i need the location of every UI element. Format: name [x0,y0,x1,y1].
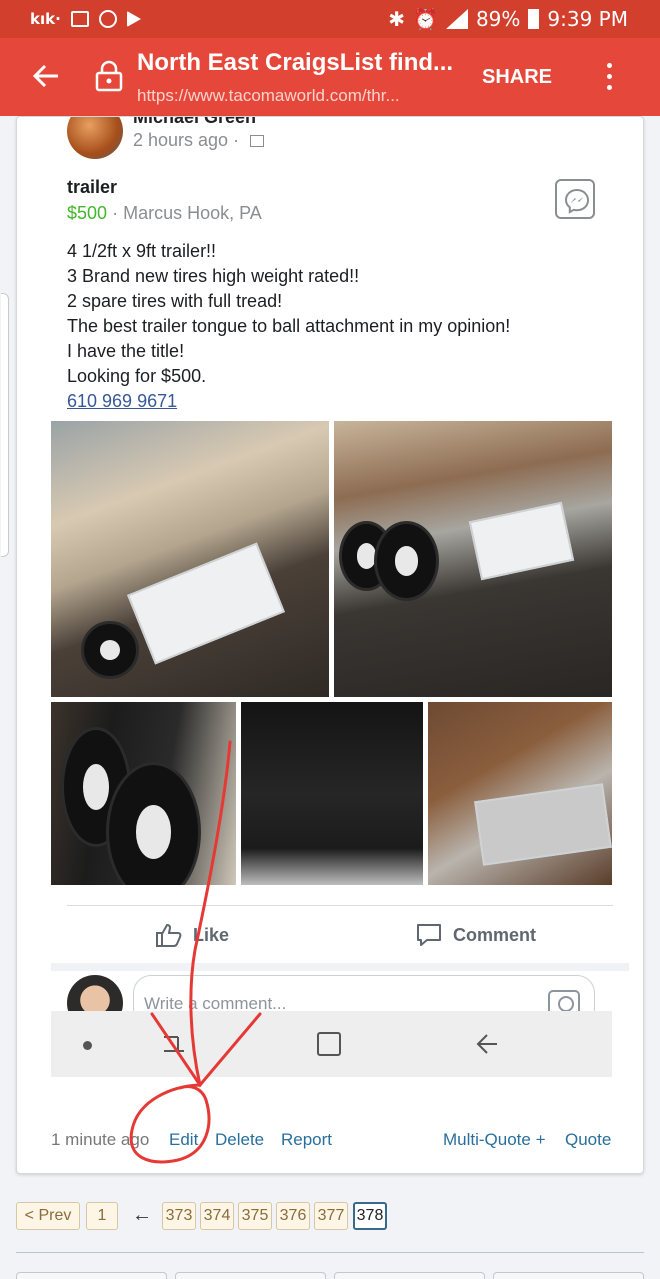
listing-title[interactable]: trailer [67,177,117,198]
home-square-icon[interactable] [317,1032,341,1056]
trailer-photo-hitch[interactable] [428,702,612,885]
listing-location: Marcus Hook, PA [123,203,262,223]
listing-meta: $500 · Marcus Hook, PA [67,203,262,223]
recent-apps-icon[interactable] [161,1031,187,1055]
lock-icon [95,60,123,92]
trailer-photo-1[interactable] [51,421,329,697]
marketplace-icon [250,135,265,148]
edit-link[interactable]: Edit [169,1130,198,1150]
nav-back-icon[interactable] [475,1032,499,1056]
share-button[interactable]: SHARE [482,66,552,89]
report-link[interactable]: Report [281,1130,332,1150]
car-icon [98,10,117,28]
messenger-button[interactable] [555,179,595,219]
kik-icon: kık· [30,10,61,28]
bottom-toolbar [16,1272,644,1279]
page-1-button[interactable]: 1 [86,1202,118,1230]
page-button[interactable]: 377 [314,1202,348,1230]
post-footer: 1 minute ago Edit Delete Report Multi-Qu… [17,1127,645,1153]
post-timestamp[interactable]: 1 minute ago [51,1130,149,1150]
embedded-android-nav-bar [51,1011,612,1077]
author-name[interactable]: Michael Green [133,117,256,128]
forum-post: Michael Green 2 hours ago · trailer $500… [1,116,645,1174]
signal-icon [445,9,468,29]
page-jump-arrow[interactable]: ← [132,1202,152,1228]
battery-icon [528,9,540,29]
embedded-facebook-post: Michael Green 2 hours ago · trailer $500… [51,117,629,1077]
alarm-icon: ⏰ [413,7,438,31]
listing-description: 4 1/2ft x 9ft trailer!! 3 Brand new tire… [67,239,627,414]
assistant-dot-icon[interactable] [83,1041,92,1050]
play-store-icon [126,11,141,27]
delete-link[interactable]: Delete [215,1130,264,1150]
bluetooth-icon: ✱ [388,7,406,31]
phone-link[interactable]: 610 969 9671 [67,389,627,414]
prev-page-button[interactable]: < Prev [16,1202,80,1230]
divider [67,905,613,906]
author-avatar[interactable] [67,117,123,159]
divider [16,1252,644,1253]
like-button[interactable]: Like [155,917,229,953]
fb-post-header: Michael Green 2 hours ago · [51,117,629,167]
comment-button[interactable]: Comment [415,917,536,953]
comment-icon [417,924,441,946]
page-button[interactable]: 375 [238,1202,272,1230]
listing-price: $500 [67,203,108,223]
side-drawer-handle[interactable] [1,293,9,557]
section-separator [51,963,629,971]
image-icon [70,11,89,27]
back-arrow-icon[interactable] [30,60,62,92]
page-button[interactable]: 373 [162,1202,196,1230]
browser-app-bar: North East CraigsList find... https://ww… [0,38,660,116]
page-button[interactable]: 376 [276,1202,310,1230]
page-url: https://www.tacomaworld.com/thr... [137,86,400,105]
more-options-icon[interactable] [598,63,620,93]
clock: 9:39 PM [547,7,628,31]
multi-quote-link[interactable]: Multi-Quote + [443,1130,546,1150]
post-time: 2 hours ago [133,130,229,150]
trailer-photo-tires[interactable] [51,702,236,885]
page-title: North East CraigsList find... [137,49,454,76]
trailer-photo-2[interactable] [334,421,612,697]
quote-link[interactable]: Quote [565,1130,611,1150]
battery-percent: 89% [475,7,521,31]
current-page[interactable]: 378 [353,1202,387,1230]
status-bar: kık· ✱ ⏰ 89% 9:39 PM [0,0,660,38]
thumbs-up-icon [156,923,182,947]
page-button[interactable]: 374 [200,1202,234,1230]
messenger-icon [564,188,590,214]
trailer-photo-tread[interactable] [241,702,423,885]
